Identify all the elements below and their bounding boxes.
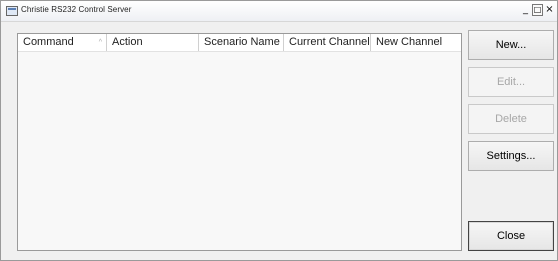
column-header-scenario-name[interactable]: Scenario Name [199,34,284,51]
list-header: Command ^ Action Scenario Name Current C… [18,34,461,52]
settings-button[interactable]: Settings... [468,141,554,171]
close-icon[interactable]: × [544,4,555,16]
app-icon [6,6,18,16]
column-label: Scenario Name [204,36,280,48]
window-title: Christie RS232 Control Server [21,5,132,14]
edit-button[interactable]: Edit... [468,67,554,97]
column-label: Current Channel [289,36,370,48]
title-bar[interactable]: Christie RS232 Control Server _ □ × [1,1,557,22]
column-header-action[interactable]: Action [107,34,199,51]
column-header-new-channel[interactable]: New Channel [371,34,461,51]
window-controls: _ □ × [520,4,555,16]
new-button[interactable]: New... [468,30,554,60]
sort-indicator-icon: ^ [98,39,102,46]
command-list[interactable]: Command ^ Action Scenario Name Current C… [17,33,462,251]
maximize-icon[interactable]: □ [532,4,543,16]
close-button[interactable]: Close [468,221,554,251]
main-window: Christie RS232 Control Server _ □ × Comm… [0,0,558,261]
minimize-icon[interactable]: _ [520,4,531,16]
column-label: Action [112,36,143,48]
delete-button[interactable]: Delete [468,104,554,134]
column-label: Command [23,36,74,48]
column-label: New Channel [376,36,443,48]
column-header-command[interactable]: Command ^ [18,34,107,51]
column-header-current-channel[interactable]: Current Channel [284,34,371,51]
